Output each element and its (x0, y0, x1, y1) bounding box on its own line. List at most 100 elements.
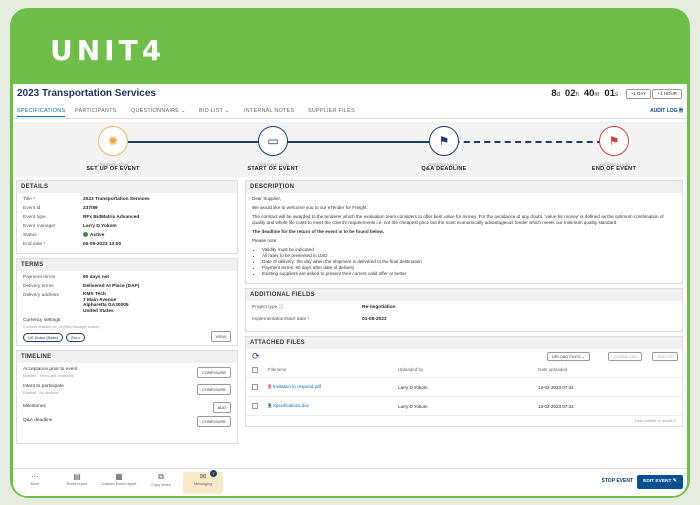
app-window: 2023 Transportation Services 8d 02h 40m 01s… (13, 84, 687, 496)
event-timeline: ✺ 15/02/2023 07:31 SET UP OF EVENT ▭ THIS… (13, 122, 687, 177)
unit4-logo: UNIT4 (50, 34, 166, 67)
countdown-timer: 8d 02h 40m 01s (551, 88, 618, 99)
info-icon: ⓘ (278, 305, 284, 310)
delete-button[interactable]: DELETE (652, 352, 678, 361)
details-heading: DETAILS (17, 181, 237, 193)
details-panel: DETAILS Title * 2023 Transportation Servi… (16, 180, 238, 254)
milestone-qa-deadline: 02/03/2023 16:00 Q&A DEADLINE (421, 162, 467, 172)
timeline-item: Milestones (23, 404, 46, 409)
body-text: The contract will be awarded to the tend… (252, 214, 664, 225)
messaging-button[interactable]: ✉ Messaging 7 (183, 470, 223, 494)
list-item: Existing suppliers are asked to present … (262, 271, 676, 277)
detail-row: Event id 237/89 (23, 206, 98, 211)
attached-files-panel: ATTACHED FILES ⟳ UPLOAD FILES ⌄ DOWNLOAD… (245, 336, 683, 427)
edit-event-button[interactable]: EDIT EVENT ✎ (637, 475, 683, 489)
copy-icon: ⧉ (158, 472, 164, 481)
message-icon: ✉ (199, 472, 207, 481)
left-column: DETAILS Title * 2023 Transportation Servi… (16, 180, 238, 448)
document-icon: 🗎 (678, 108, 683, 114)
tab-supplier-files[interactable]: SUPPLIER FILES (308, 108, 355, 114)
timeline-heading: TIMELINE (17, 351, 237, 363)
tab-participants[interactable]: PARTICIPANTS (75, 108, 117, 114)
tab-specifications[interactable]: SPECIFICATIONS (17, 108, 66, 117)
add-milestone-button[interactable]: ADD (212, 402, 231, 413)
refresh-icon[interactable]: ⟳ (252, 351, 260, 362)
row-checkbox[interactable] (252, 403, 258, 409)
deadline-text: The deadline for the return of the event… (252, 229, 385, 234)
page-title: 2023 Transportation Services (17, 88, 156, 99)
currency-label: Currency settings (23, 318, 61, 323)
milestone-setup: 15/02/2023 07:31 SET UP OF EVENT (86, 162, 140, 172)
status-dot (83, 232, 88, 238)
event-start-icon: ▭ (258, 126, 288, 156)
attached-heading: ATTACHED FILES (246, 337, 682, 349)
additional-fields-panel: ADDITIONAL FIELDS Project type ⓘ Re-negot… (245, 288, 683, 332)
terms-row: Delivery terms Delivered At Place (DAP) (23, 284, 140, 289)
more-icon: ⋯ (31, 472, 39, 481)
detail-row: Title * 2023 Transportation Services (23, 197, 150, 202)
add-day-button[interactable]: +1 DAY (625, 89, 651, 99)
table-row[interactable]: 🗎 Invitation to respond.pdf Larry D Yoko… (246, 378, 682, 397)
detail-row: Status Active (23, 232, 231, 241)
select-all-checkbox[interactable] (252, 367, 258, 373)
edit-icon: ✎ (672, 479, 677, 484)
chevron-down-icon: ⌄ (224, 108, 230, 114)
finish-flag-icon: ⚑ (599, 126, 629, 156)
timeline-panel: TIMELINE Acceptance prior to event Enable… (16, 350, 238, 444)
detail-row: Event manager Larry D Yokom (23, 224, 117, 229)
custom-report-button[interactable]: ▦ Custom Event report (99, 472, 139, 486)
tab-bid-list[interactable]: BID-LIST ⌄ (199, 108, 230, 114)
upload-files-button[interactable]: UPLOAD FILES ⌄ (546, 352, 590, 361)
delivery-address: Delivery address KMS Tech 7 Main Avenue … (23, 292, 129, 314)
terms-panel: TERMS Payment terms 60 days net Delivery … (16, 258, 238, 346)
greeting: Dear Supplier, (252, 196, 282, 201)
more-button[interactable]: ⋯ More (15, 472, 55, 486)
report-icon: ▤ (73, 472, 81, 481)
results-count: Total number of results 2 (634, 419, 676, 423)
additional-heading: ADDITIONAL FIELDS (246, 289, 682, 301)
configure-button[interactable]: CONFIGURE (197, 367, 231, 378)
bottom-action-bar: ⋯ More ▤ Event report ▦ Custom Event report… (13, 468, 687, 496)
header-bar: 2023 Transportation Services 8d 02h 40m 01s… (13, 84, 687, 104)
currency-chip[interactable]: Euro (66, 333, 85, 342)
tab-questionnaire[interactable]: QUESTIONNAIRE ⌄ (131, 108, 186, 114)
lightbulb-icon: ✺ (98, 126, 128, 156)
description-heading: DESCRIPTION (246, 181, 682, 193)
flag-icon: ⚑ (429, 126, 459, 156)
timeline-item: Q&A deadline (23, 418, 53, 423)
view-currency-button[interactable]: VIEW (210, 331, 231, 342)
status-badge: Active (83, 232, 231, 241)
notification-badge: 7 (210, 470, 217, 477)
detail-row: End date * 05-05-2023 13:00 (23, 242, 122, 247)
currency-chip[interactable]: US Dollar (Base) (23, 333, 64, 342)
stop-event-button[interactable]: STOP EVENT (602, 478, 634, 484)
files-table-header: Filename Uploaded by Date uploaded (246, 363, 682, 378)
description-panel: DESCRIPTION Dear Supplier, We would like… (245, 180, 683, 284)
configure-button[interactable]: CONFIGURE (197, 384, 231, 395)
timeline-line-complete (293, 141, 433, 143)
tab-bar: SPECIFICATIONS PARTICIPANTS QUESTIONNAIR… (13, 104, 687, 119)
add-hour-button[interactable]: +1 HOUR (652, 89, 682, 99)
terms-heading: TERMS (17, 259, 237, 271)
doc-icon: 🗎 (268, 403, 272, 408)
milestone-start: THIS DATE IS TE START OF EVENT (247, 162, 299, 172)
download-button[interactable]: DOWNLOAD (608, 352, 642, 361)
terms-row: Payment terms 60 days net (23, 275, 110, 280)
milestone-end: 05/03/2023 13:00 END OF EVENT (591, 162, 637, 172)
notes-list: Validity must be indicated All rates to … (262, 247, 676, 277)
configure-button[interactable]: CONFIGURE (197, 416, 231, 427)
timeline-item: Intent to participate Enabled - No deadli… (23, 384, 64, 395)
custom-report-icon: ▦ (115, 472, 123, 481)
detail-row: Event type RFx BidMatrix Advanced (23, 215, 140, 220)
note-label: Please note: (252, 238, 278, 243)
right-column: DESCRIPTION Dear Supplier, We would like… (245, 180, 683, 431)
copy-event-button[interactable]: ⧉ Copy event (141, 472, 181, 487)
timeline-item: Acceptance prior to event Enabled - Terms… (23, 367, 78, 378)
row-checkbox[interactable] (252, 384, 258, 390)
promo-frame: UNIT4 2023 Transportation Services 8d 02h… (10, 8, 690, 498)
field-row: Implementation/start date * 01-08-2023 (252, 317, 387, 322)
audit-log-link[interactable]: AUDIT LOG 🗎 (650, 108, 683, 116)
event-report-button[interactable]: ▤ Event report (57, 472, 97, 486)
tab-internal-notes[interactable]: INTERNAL NOTES (244, 108, 294, 114)
table-row[interactable]: 🗎 Specifications.doc Larry D Yokom 13-02… (246, 397, 682, 416)
